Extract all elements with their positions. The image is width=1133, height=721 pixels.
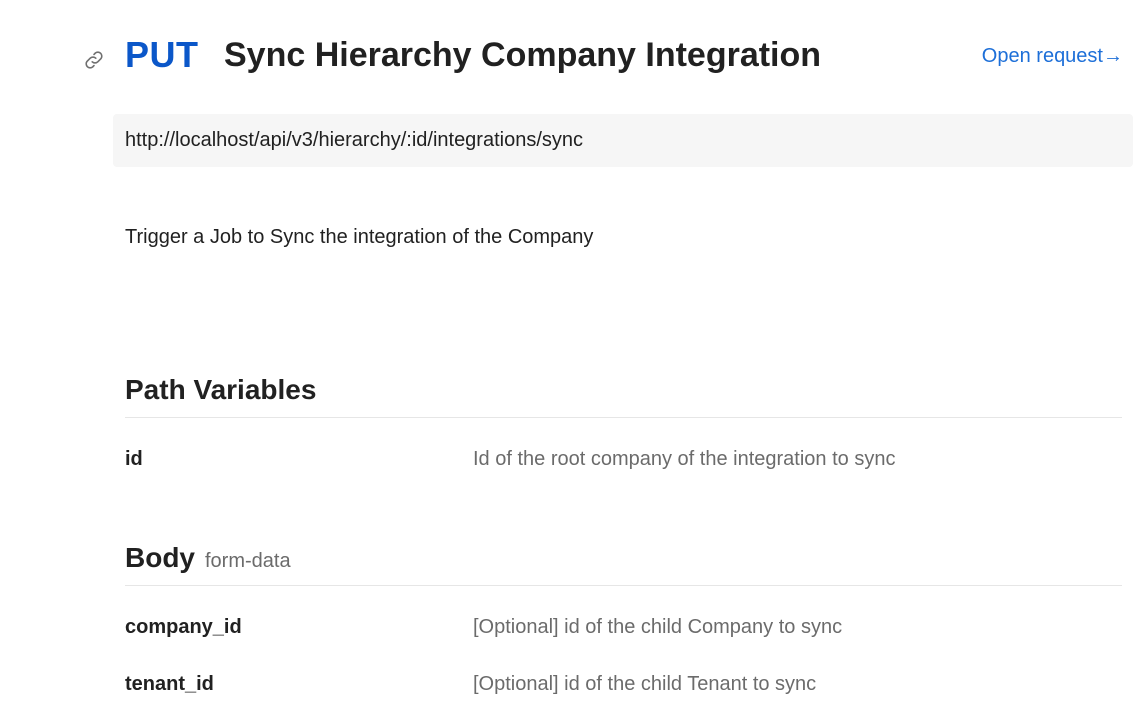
request-url-text: http://localhost/api/v3/hierarchy/:id/in… [125, 129, 584, 151]
request-header: PUT Sync Hierarchy Company Integration O… [0, 0, 1133, 110]
body-divider [125, 585, 1122, 586]
body-param-description: [Optional] id of the child Tenant to syn… [473, 673, 817, 695]
request-title: Sync Hierarchy Company Integration [224, 36, 822, 74]
path-variables-title: Path Variables [125, 374, 317, 405]
link-icon[interactable] [82, 48, 106, 72]
path-variables-heading: Path Variables [125, 374, 316, 406]
request-description: Trigger a Job to Sync the integration of… [125, 226, 594, 248]
body-param-name: company_id [125, 616, 242, 638]
path-variables-divider [125, 417, 1122, 418]
path-variable-name: id [125, 448, 143, 470]
body-heading: Body form-data [125, 542, 291, 574]
body-type-label: form-data [205, 550, 291, 572]
http-method-badge: PUT [125, 34, 199, 75]
body-param-description: [Optional] id of the child Company to sy… [473, 616, 843, 638]
request-documentation: PUT Sync Hierarchy Company Integration O… [0, 0, 1133, 721]
request-url[interactable]: http://localhost/api/v3/hierarchy/:id/in… [113, 114, 1133, 167]
body-title: Body [125, 542, 195, 573]
body-param-name: tenant_id [125, 673, 214, 695]
path-variable-description: Id of the root company of the integratio… [473, 448, 896, 470]
open-request-link[interactable]: Open request→ [982, 45, 1123, 68]
